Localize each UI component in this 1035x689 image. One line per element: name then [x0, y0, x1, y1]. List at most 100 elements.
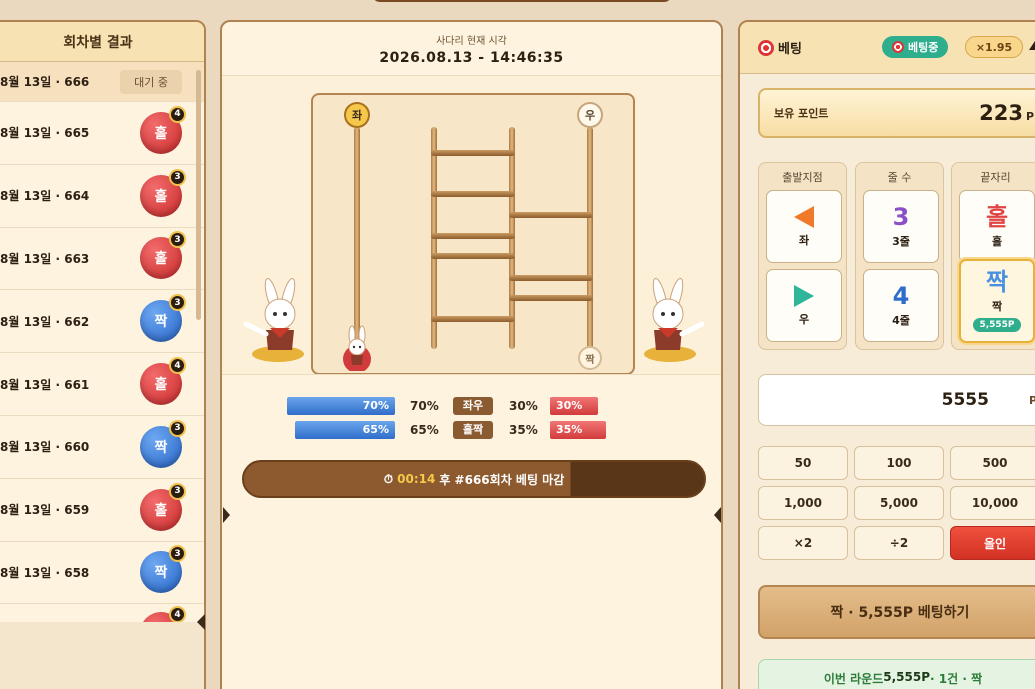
chip-1000[interactable]: 1,000 [758, 486, 848, 520]
end-even-button[interactable]: 짝 짝 5,555P [959, 259, 1035, 343]
selected-amount-tag: 5,555P [973, 318, 1021, 332]
double-button[interactable]: ×2 [758, 526, 848, 560]
all-in-button[interactable]: 올인 [950, 526, 1035, 560]
round-row[interactable]: 8월 13일 · 665 홀4 [0, 102, 204, 165]
ladder-rung [509, 212, 593, 218]
line-count-badge: 4 [169, 606, 186, 624]
lines-3-button[interactable]: 3 3줄 [863, 190, 939, 263]
round-row[interactable]: 8월 13일 · 658 짝3 [0, 542, 204, 605]
round-label: 8월 13일 · 663 [0, 251, 90, 266]
chip-10000[interactable]: 10,000 [950, 486, 1035, 520]
round-row[interactable]: 8월 13일 · 662 짝3 [0, 290, 204, 354]
column-title: 줄 수 [887, 171, 912, 184]
round-label: 8월 13일 · 659 [0, 503, 90, 518]
round-label: 8월 13일 · 661 [0, 377, 90, 392]
right-ratio-text: 35% [509, 423, 538, 437]
line-count-badge: 3 [169, 294, 186, 312]
timer-icon: ⏱ [383, 471, 394, 486]
chip-50[interactable]: 50 [758, 446, 848, 480]
bunny-mascot-right [644, 278, 705, 362]
points-label: 보유 포인트 [774, 107, 829, 120]
results-footer [0, 622, 204, 689]
result-ball: 홀3 [140, 482, 186, 531]
line-count-badge: 3 [169, 231, 186, 249]
round-row[interactable]: 8월 13일 · 664 홀3 [0, 165, 204, 228]
stats-zone: 70% 70% 좌우 30% 30% 65% 65% 홀짝 35% 35% ⏱ … [222, 374, 721, 504]
round-label: 8월 13일 · 666 [0, 75, 90, 89]
result-ball: 홀3 [140, 168, 186, 217]
round-row-pending[interactable]: 8월 13일 · 666 대기 중 [0, 62, 204, 102]
stat-row-leftright: 70% 70% 좌우 30% 30% [222, 397, 721, 415]
round-label: 8월 13일 · 665 [0, 126, 90, 141]
result-ball: 짝3 [140, 419, 186, 468]
countdown-text: 후 #666회차 베팅 마감 [439, 472, 565, 487]
round-label: 8월 13일 · 660 [0, 440, 90, 455]
left-ratio-bar: 65% [295, 421, 395, 439]
chip-5000[interactable]: 5,000 [854, 486, 944, 520]
end-node-right: 짝 [578, 346, 602, 370]
runner-bunny-icon [343, 325, 371, 371]
round-row[interactable]: 8월 13일 · 659 홀3 [0, 479, 204, 542]
ladder-panel: 사다리 현재 시각 2026.08.13 - 14:46:35 좌 우 짝 70… [220, 20, 723, 689]
bet-title: 베팅 [778, 42, 802, 57]
points-unit: P [1025, 110, 1034, 123]
bet-header: 베팅 베팅중 ×1.95 [740, 22, 1035, 74]
round-row[interactable]: 8월 13일 · 660 짝3 [0, 416, 204, 479]
chip-500[interactable]: 500 [950, 446, 1035, 480]
lines-4-button[interactable]: 4 4줄 [863, 269, 939, 342]
ladder-rung [431, 233, 515, 239]
collapse-left-arrow-icon[interactable] [197, 614, 205, 630]
start-node-left[interactable]: 좌 [344, 102, 370, 128]
line-count-column: 줄 수 3 3줄 4 4줄 [855, 162, 944, 350]
line-count-badge: 3 [169, 545, 186, 563]
right-ratio-bar: 35% [550, 421, 606, 439]
round-label: 8월 13일 · 658 [0, 565, 90, 580]
result-ball: 홀3 [140, 231, 186, 280]
start-right-button[interactable]: 우 [766, 269, 842, 342]
bet-amount-input[interactable]: 5555 P [758, 374, 1035, 426]
chip-100[interactable]: 100 [854, 446, 944, 480]
target-icon [758, 39, 774, 56]
start-node-right[interactable]: 우 [577, 102, 603, 128]
left-ratio-text: 70% [410, 399, 439, 413]
stat-row-oddeven: 65% 65% 홀짝 35% 35% [222, 421, 721, 439]
collapse-center-right-arrow-icon[interactable] [714, 507, 721, 523]
place-bet-button[interactable]: 짝 · 5,555P 베팅하기 [758, 585, 1035, 639]
round-summary: 이번 라운드 5,555P · 1건 · 짝 [758, 659, 1035, 689]
countdown-bar: ⏱ 00:14 후 #666회차 베팅 마감 [242, 460, 706, 498]
ladder-pole [587, 127, 593, 349]
collapse-center-left-arrow-icon[interactable] [223, 507, 230, 523]
results-scrollbar[interactable] [196, 70, 201, 320]
target-icon [892, 41, 904, 53]
end-odd-button[interactable]: 홀 홀 [959, 190, 1035, 263]
result-ball: 짝3 [140, 294, 186, 343]
ladder-rung [431, 316, 515, 322]
clock-time: 2026.08.13 - 14:46:35 [379, 50, 564, 66]
clock-caption: 사다리 현재 시각 [436, 36, 507, 47]
stat-tag: 홀짝 [453, 421, 493, 439]
result-ball: 짝3 [140, 545, 186, 594]
multiplier-badge: ×1.95 [965, 36, 1023, 58]
results-title: 회차별 결과 [0, 22, 204, 62]
betting-status-badge: 베팅중 [882, 36, 949, 58]
bunny-mascot-left [243, 278, 304, 362]
half-button[interactable]: ÷2 [854, 526, 944, 560]
caret-up-icon[interactable] [1029, 41, 1035, 50]
ladder-rung [509, 275, 593, 281]
round-row[interactable]: 8월 13일 · 663 홀3 [0, 228, 204, 291]
end-digit-column: 끝자리 홀 홀 짝 짝 5,555P [951, 162, 1035, 350]
ladder-pole [354, 127, 360, 349]
round-label: 8월 13일 · 662 [0, 314, 90, 329]
round-row[interactable]: 8월 13일 · 661 홀4 [0, 353, 204, 416]
left-ratio-bar: 70% [287, 397, 395, 415]
right-ratio-text: 30% [509, 399, 538, 413]
right-ratio-bar: 30% [550, 397, 598, 415]
ladder-rung [509, 295, 593, 301]
line-count-badge: 3 [169, 482, 186, 500]
amount-value: 5555 [941, 390, 989, 410]
countdown-time: 00:14 [397, 472, 436, 486]
start-left-button[interactable]: 좌 [766, 190, 842, 263]
amount-unit: P [1029, 394, 1035, 407]
points-value: 223 [979, 101, 1023, 125]
ladder-rung [431, 150, 515, 156]
